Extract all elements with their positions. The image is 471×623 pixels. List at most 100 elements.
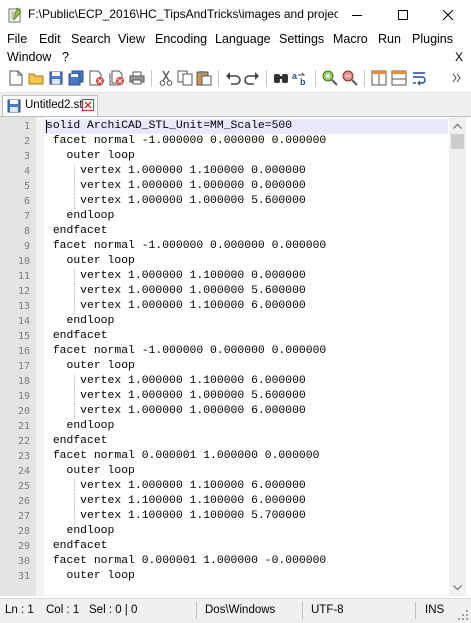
open-file-button[interactable] [27,68,45,88]
close-tab-icon[interactable] [82,99,94,111]
sync-horizontal-button[interactable] [390,68,408,88]
find-button[interactable] [272,68,290,88]
code-line: vertex 1.000000 1.100000 6.000000 [46,375,306,387]
maximize-button[interactable] [380,0,426,30]
code-line: vertex 1.100000 1.100000 5.700000 [46,510,306,522]
menu-window[interactable]: Window [7,50,51,64]
save-button[interactable] [47,68,65,88]
vertical-scrollbar[interactable] [449,117,466,596]
editor-area[interactable]: 1 2 3 4 5 6 7 8 9 10 11 12 13 14 15 16 17 18 19 20 21 22 23 24 2… [0,117,471,596]
code-line: endfacet [46,540,108,552]
menu-language[interactable]: Language [215,32,271,46]
code-line: vertex 1.000000 1.100000 0.000000 [46,165,306,177]
status-insert-mode[interactable]: INS [425,604,444,616]
new-file-button[interactable] [7,68,25,88]
toolbar-overflow-button[interactable] [449,68,465,88]
chevron-down-icon [453,584,462,590]
save-all-icon [68,70,84,86]
menu-view[interactable]: View [118,32,145,46]
word-wrap-button[interactable] [410,68,428,88]
line-number: 25 [17,481,30,492]
line-number: 12 [17,286,30,297]
resize-grip-icon[interactable] [458,610,468,620]
code-line: outer loop [46,150,135,162]
menu-settings[interactable]: Settings [279,32,324,46]
line-number: 20 [17,406,30,417]
cut-button[interactable] [157,68,175,88]
redo-button[interactable] [243,68,261,88]
sync-horizontal-icon [391,70,407,86]
line-number: 22 [17,436,30,447]
copy-button[interactable] [176,68,194,88]
code-line: outer loop [46,465,135,477]
paste-icon [196,71,212,86]
fold-margin[interactable] [36,117,44,596]
save-icon [7,99,21,113]
indent-guide [74,404,75,419]
line-number: 6 [23,196,30,207]
undo-button[interactable] [224,68,242,88]
minimize-button[interactable] [334,0,380,30]
indent-guide [74,494,75,509]
status-column: Col : 1 [46,604,80,616]
zoom-out-button[interactable] [341,68,359,88]
line-number: 27 [17,511,30,522]
menu-plugins[interactable]: Plugins [412,32,453,46]
code-line: facet normal 0.000001 1.000000 0.000000 [46,450,320,462]
indent-guide [74,299,75,314]
svg-text:a: a [292,71,298,81]
code-line: facet normal 0.000001 1.000000 -0.000000 [46,555,327,567]
status-eol-format[interactable]: Dos\Windows [205,604,275,616]
zoom-in-button[interactable] [321,68,339,88]
notepadpp-app-icon [8,7,22,23]
line-number: 1 [23,121,30,132]
sync-vertical-icon [371,70,387,86]
close-file-button[interactable] [88,68,106,88]
tab-untitled2-stl[interactable]: Untitled2.stl [2,95,98,116]
menu-macro[interactable]: Macro [333,32,368,46]
code-line: endloop [46,315,115,327]
find-icon [274,74,288,83]
line-number: 21 [17,421,30,432]
indent-guide [74,509,75,524]
scroll-up-button[interactable] [449,117,466,134]
status-encoding[interactable]: UTF-8 [311,604,344,616]
indent-guide [74,389,75,404]
line-number: 30 [17,556,30,567]
print-button[interactable] [128,68,146,88]
indent-guide [74,194,75,209]
line-number: 24 [17,466,30,477]
menu-edit[interactable]: Edit [39,32,61,46]
zoom-out-icon [342,70,358,86]
scroll-down-button[interactable] [449,579,466,596]
undo-icon [226,72,241,85]
close-file-icon [89,70,104,86]
indent-guide [74,284,75,299]
close-document-button[interactable]: X [455,50,463,64]
save-icon [49,71,63,85]
zoom-in-icon [322,70,338,86]
scrollbar-thumb[interactable] [451,134,464,149]
line-number: 10 [17,256,30,267]
close-all-button[interactable] [108,68,126,88]
toolbar-separator [315,70,316,87]
save-all-button[interactable] [67,68,85,88]
menu-encoding[interactable]: Encoding [155,32,207,46]
menu-help[interactable]: ? [62,50,69,64]
line-number: 29 [17,541,30,552]
svg-text:b: b [300,77,306,86]
line-number: 18 [17,376,30,387]
close-window-button[interactable] [425,0,471,30]
paste-button[interactable] [195,68,213,88]
line-number: 16 [17,346,30,357]
indent-guide [74,374,75,389]
menu-run[interactable]: Run [378,32,401,46]
menu-file[interactable]: File [7,32,27,46]
redo-icon [244,72,259,85]
line-number: 11 [17,271,30,282]
replace-button[interactable]: ab [292,68,310,88]
menu-search[interactable]: Search [71,32,111,46]
cut-icon [159,70,173,86]
code-line: vertex 1.000000 1.100000 6.000000 [46,300,306,312]
sync-vertical-button[interactable] [370,68,388,88]
